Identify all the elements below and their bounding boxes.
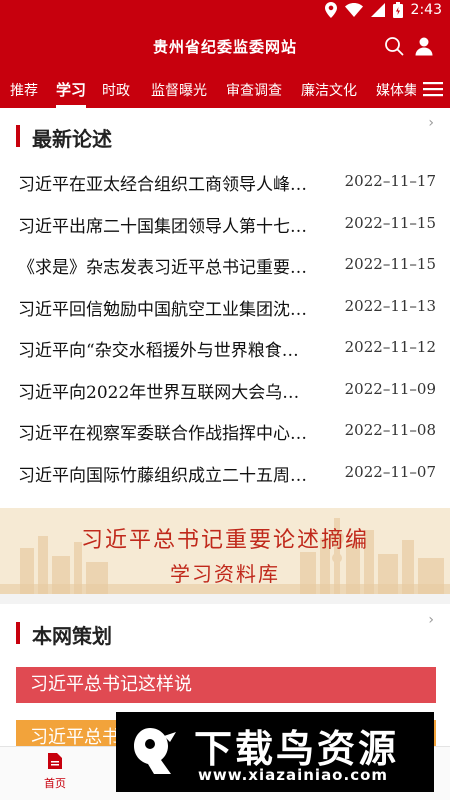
news-title: 习近平在亚太经合组织工商领导人峰会上的书面演讲: [18, 175, 310, 195]
tab-investigation[interactable]: 审查调查: [226, 80, 282, 100]
search-button[interactable]: [384, 36, 406, 58]
watermark-title: 下载鸟资源: [194, 727, 400, 771]
bottom-tab-home-label: 首页: [44, 777, 66, 790]
tab-integrity-culture[interactable]: 廉洁文化: [301, 80, 357, 100]
news-date: 2022–11–07: [344, 462, 436, 481]
news-title: 习近平向国际竹藤组织成立二十五周年志庆暨第二届世界竹藤大会致贺信: [18, 465, 310, 486]
study-library-banner[interactable]: 习近平总书记重要论述摘编 学习资料库: [0, 508, 450, 594]
news-title: 习近平向“杂交水稻援外与世界粮食安全”国际论坛致贺信: [18, 341, 310, 361]
active-tab-indicator: [56, 105, 86, 108]
news-date: 2022–11–08: [344, 421, 436, 439]
news-date: 2022–11–12: [344, 338, 436, 356]
latest-section-title: 最新论述: [32, 127, 112, 151]
tab-study[interactable]: 学习: [56, 79, 86, 100]
site-title: 贵州省纪委监委网站: [152, 38, 297, 56]
status-icons: 2:43: [324, 2, 442, 18]
document-icon: [48, 753, 62, 769]
tab-recommend[interactable]: 推荐: [10, 80, 38, 100]
news-date: 2022–11–15: [344, 255, 436, 273]
list-item[interactable]: 习近平向“杂交水稻援外与世界粮食安全”国际论坛致贺信 2022–11–12: [0, 330, 450, 372]
signal-icon: [370, 3, 385, 17]
user-button[interactable]: [414, 36, 436, 58]
list-item[interactable]: 习近平向2022年世界互联网大会乌镇峰会致贺信 2022–11–09: [0, 372, 450, 414]
nav-menu-button[interactable]: [416, 70, 450, 108]
plan-section-title: 本网策划: [32, 624, 112, 648]
news-date: 2022–11–15: [344, 213, 436, 232]
battery-icon: [392, 2, 403, 18]
news-title: 习近平在视察军委联合作战指挥中心时强调: [18, 424, 310, 444]
list-item[interactable]: 习近平在视察军委联合作战指挥中心时强调 2022–11–08: [0, 413, 450, 455]
tab-media[interactable]: 媒体集: [376, 80, 418, 100]
section-divider: [0, 594, 450, 604]
search-icon: [385, 37, 404, 56]
status-bar: 2:43: [0, 0, 450, 24]
watermark-url: www.xiazainiao.com: [198, 766, 389, 784]
menu-icon: [423, 82, 443, 97]
list-item[interactable]: 《求是》杂志发表习近平总书记重要文章 2022–11–15: [0, 247, 450, 289]
bottom-tab-home[interactable]: 首页: [30, 753, 80, 791]
section-accent-bar: [16, 125, 20, 147]
news-title: 习近平向2022年世界互联网大会乌镇峰会致贺信: [18, 382, 310, 403]
status-time: 2:43: [410, 2, 442, 18]
banner-title: 习近平总书记重要论述摘编: [80, 528, 369, 553]
location-icon: [324, 2, 337, 18]
user-icon: [415, 37, 433, 56]
category-nav: 推荐 学习 时政 监督曝光 审查调查 廉洁文化 媒体集: [0, 70, 450, 108]
plan-section-header: 本网策划 ›: [0, 612, 450, 648]
news-date: 2022–11–13: [344, 296, 436, 315]
news-title: 《求是》杂志发表习近平总书记重要文章: [18, 258, 310, 278]
list-item[interactable]: 习近平出席二十国集团领导人第十七次峰会 2022–11–15: [0, 206, 450, 248]
latest-news-list: 习近平在亚太经合组织工商领导人峰会上的书面演讲 2022–11–17 习近平出席…: [0, 164, 450, 496]
latest-section-header: 最新论述 ›: [0, 115, 450, 151]
tab-supervision-exposure[interactable]: 监督曝光: [151, 80, 207, 100]
tab-current-affairs[interactable]: 时政: [102, 80, 130, 100]
news-title: 习近平出席二十国集团领导人第十七次峰会: [18, 216, 310, 237]
list-item[interactable]: 习近平向国际竹藤组织成立二十五周年志庆暨第二届世界竹藤大会致贺信 2022–11…: [0, 455, 450, 497]
news-date: 2022–11–17: [344, 172, 436, 190]
latest-more-arrow[interactable]: ›: [428, 115, 434, 131]
watermark-overlay: 下载鸟资源 www.xiazainiao.com: [116, 712, 434, 792]
news-date: 2022–11–09: [344, 379, 436, 398]
banner-subtitle: 学习资料库: [170, 562, 280, 586]
news-title: 习近平回信勉励中国航空工业集团沈飞“罗阳青年突击队”: [18, 299, 310, 320]
plan-more-arrow[interactable]: ›: [428, 612, 434, 628]
list-item[interactable]: 习近平在亚太经合组织工商领导人峰会上的书面演讲 2022–11–17: [0, 164, 450, 206]
wifi-icon: [344, 3, 363, 17]
section-accent-bar: [16, 622, 20, 644]
list-item[interactable]: 习近平回信勉励中国航空工业集团沈飞“罗阳青年突击队” 2022–11–13: [0, 289, 450, 331]
plan-item-button[interactable]: 习近平总书记这样说: [16, 667, 436, 703]
app-header: 贵州省纪委监委网站: [0, 24, 450, 70]
bird-logo-icon: [134, 728, 176, 774]
